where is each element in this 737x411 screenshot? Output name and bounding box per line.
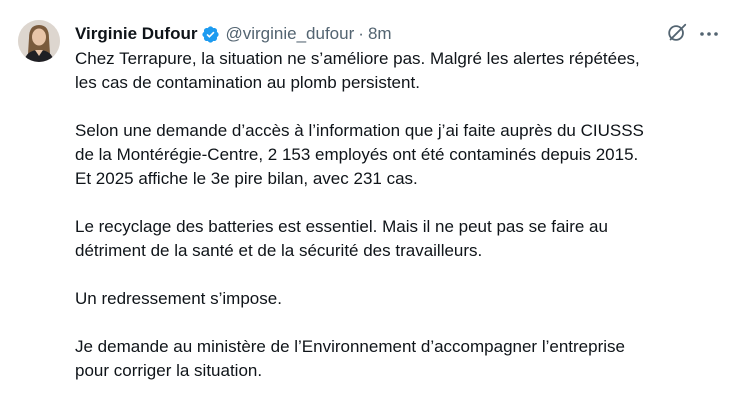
verified-badge-icon — [201, 25, 220, 44]
tweet-line: Un redressement s’impose. — [75, 289, 282, 308]
tweet-header: Virginie Dufour @virginie_dufour · 8m — [75, 22, 392, 46]
tweet-line: Selon une demande d’accès à l’informatio… — [75, 121, 644, 140]
author-handle[interactable]: @virginie_dufour — [225, 22, 354, 46]
tweet-paragraph: Je demande au ministère de l’Environneme… — [75, 335, 725, 383]
tweet-paragraph: Le recyclage des batteries est essentiel… — [75, 215, 725, 263]
tweet-paragraph: Un redressement s’impose. — [75, 287, 725, 311]
tweet: Virginie Dufour @virginie_dufour · 8m Ch… — [0, 0, 737, 411]
tweet-text: Chez Terrapure, la situation ne s’amélio… — [75, 47, 725, 383]
author-name[interactable]: Virginie Dufour — [75, 22, 197, 46]
tweet-line: Et 2025 affiche le 3e pire bilan, avec 2… — [75, 169, 418, 188]
more-icon[interactable] — [697, 22, 721, 46]
avatar-image — [18, 20, 60, 62]
avatar[interactable] — [18, 20, 60, 62]
tweet-paragraph: Selon une demande d’accès à l’informatio… — [75, 119, 725, 191]
tweet-line: pour corriger la situation. — [75, 361, 263, 380]
tweet-line: Je demande au ministère de l’Environneme… — [75, 337, 625, 356]
tweet-paragraph: Chez Terrapure, la situation ne s’amélio… — [75, 47, 725, 95]
tweet-line: Chez Terrapure, la situation ne s’amélio… — [75, 49, 640, 68]
tweet-line: détriment de la santé et de la sécurité … — [75, 241, 483, 260]
post-time[interactable]: 8m — [368, 22, 392, 46]
tweet-line: Le recyclage des batteries est essentiel… — [75, 217, 608, 236]
grok-icon[interactable] — [666, 22, 688, 44]
tweet-line: de la Montérégie-Centre, 2 153 employés … — [75, 145, 639, 164]
header-separator: · — [358, 24, 364, 43]
tweet-line: les cas de contamination au plomb persis… — [75, 73, 420, 92]
